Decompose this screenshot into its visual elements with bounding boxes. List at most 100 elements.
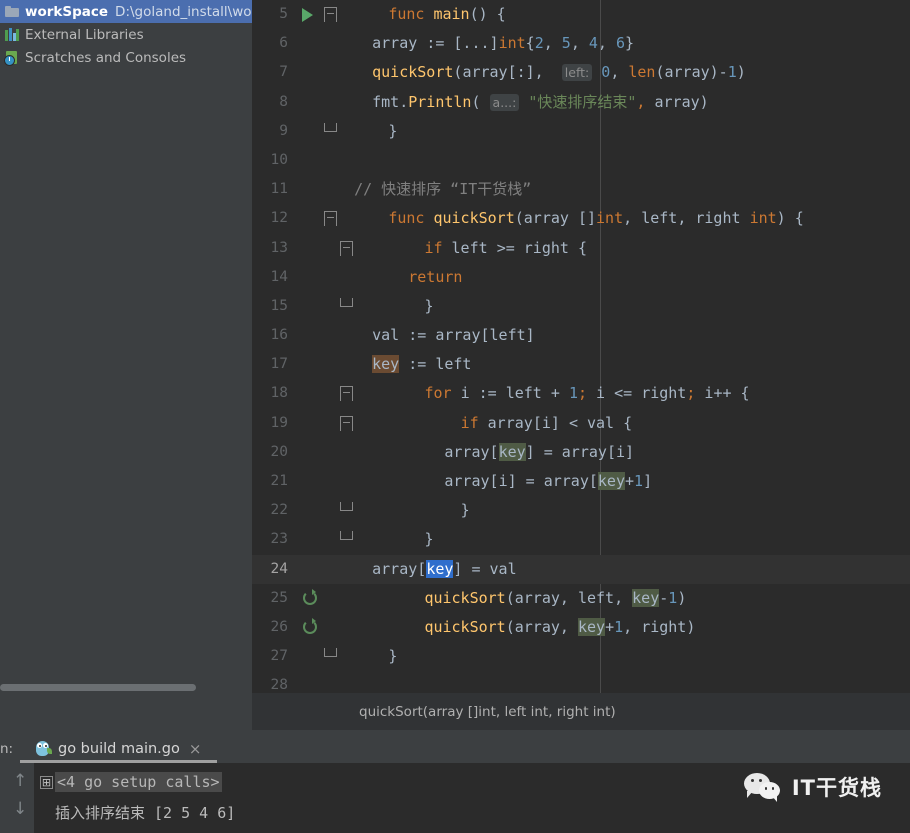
gutter-line-21[interactable] [296,467,334,496]
project-panel-horizontal-scrollbar[interactable] [0,681,252,693]
code-line-19[interactable]: 19 if array[i] < val { [252,409,910,438]
param-hint-a: a...: [489,93,520,111]
fold-end-icon[interactable] [340,294,353,309]
code-line-9[interactable]: 9 } [252,117,910,146]
code-text-17: key := left [372,355,472,374]
breadcrumb[interactable]: quickSort(array []int, left int, right i… [252,693,910,730]
gutter-line-18[interactable] [296,379,386,408]
code-line-25[interactable]: 25 quickSort(array, left, key-1) [252,584,910,613]
fold-end-icon[interactable] [340,527,353,542]
code-line-14[interactable]: 14 return [252,263,910,292]
code-line-24[interactable]: 24 array[key] = val [252,554,910,584]
console-output-text: 插入排序结束 [2 5 4 6] [55,803,236,822]
fold-collapse-icon[interactable] [340,240,353,256]
fold-collapse-icon[interactable] [324,211,337,227]
code-text-6: array := [...]int{2, 5, 4, 6} [372,34,635,53]
tree-item-external-libraries-label: External Libraries [25,26,144,43]
code-area[interactable]: 5 func main() { 6 array := [...]int{2, 5… [252,0,910,693]
code-line-21[interactable]: 21 array[i] = array[key+1] [252,467,910,496]
gutter-line-6[interactable] [296,29,334,58]
code-line-28[interactable]: 28 [252,671,910,693]
gutter-line-10[interactable] [296,146,334,175]
code-line-16[interactable]: 16 val := array[left] [252,321,910,350]
fold-collapse-icon[interactable] [340,386,353,402]
go-gopher-icon [34,740,52,758]
gutter-line-8[interactable] [296,88,334,117]
code-line-13[interactable]: 13 if left >= right { [252,234,910,263]
recursion-icon[interactable] [303,617,317,634]
code-editor[interactable]: 5 func main() { 6 array := [...]int{2, 5… [252,0,910,693]
gutter-line-7[interactable] [296,58,334,87]
gutter-line-25[interactable] [296,584,386,613]
gutter-line-26[interactable] [296,613,386,642]
code-line-20[interactable]: 20 array[key] = array[i] [252,438,910,467]
code-line-12[interactable]: 12 func quickSort(array []int, left, rig… [252,204,910,233]
code-line-26[interactable]: 26 quickSort(array, key+1, right) [252,613,910,642]
code-line-15[interactable]: 15 } [252,292,910,321]
gutter-line-15[interactable] [296,292,386,321]
code-line-17[interactable]: 17 key := left [252,350,910,379]
run-tab-go-build[interactable]: go build main.go × [34,735,201,763]
fold-collapse-icon[interactable] [340,415,353,431]
gutter-line-23[interactable] [296,525,386,554]
code-text-18: for i := left + 1; i <= right; i++ { [424,384,750,403]
gutter-line-19[interactable] [296,409,386,438]
code-line-6[interactable]: 6 array := [...]int{2, 5, 4, 6} [252,29,910,58]
line-number: 16 [270,327,288,344]
gutter-line-17[interactable] [296,350,334,379]
identifier-key-selected: key [426,559,454,578]
console-folded-line[interactable]: ⊞ <4 go setup calls> [34,767,910,797]
gutter-line-13[interactable] [296,234,386,263]
gutter-line-28[interactable] [296,671,334,693]
return-keyword: return [408,267,463,286]
code-text-12: func quickSort(array []int, left, right … [388,209,804,228]
run-arrow-icon[interactable] [302,8,313,22]
gutter-line-27[interactable] [296,642,386,671]
run-window-label: n: [0,741,14,757]
code-line-18[interactable]: 18 for i := left + 1; i <= right; i++ { [252,379,910,408]
scrollbar-thumb[interactable] [0,684,196,691]
gutter-line-9[interactable] [296,117,386,146]
console-folded-text[interactable]: <4 go setup calls> [55,772,222,792]
tree-item-external-libraries[interactable]: External Libraries [0,23,252,46]
fold-end-icon[interactable] [324,644,337,659]
close-icon[interactable]: × [189,741,202,757]
console-output[interactable]: ⊞ <4 go setup calls> 插入排序结束 [2 5 4 6] [34,763,910,833]
nav-up-icon[interactable]: ↑ [13,771,27,791]
fold-end-icon[interactable] [340,498,353,513]
code-line-23[interactable]: 23 } [252,525,910,554]
code-line-22[interactable]: 22 } [252,496,910,525]
code-text-21: array[i] = array[key+1] [444,472,653,490]
gutter-line-12[interactable] [296,204,386,233]
code-text-14: return [334,263,910,292]
gutter-line-16[interactable] [296,321,334,350]
tree-item-scratches-and-consoles[interactable]: Scratches and Consoles [0,46,252,69]
recursion-icon[interactable] [303,588,317,605]
code-text-27: } [388,647,398,666]
code-line-8[interactable]: 8 fmt.Println( a...: "快速排序结束", array) [252,88,910,117]
gutter-line-11[interactable] [296,175,334,204]
gutter-line-5[interactable] [296,0,386,29]
fold-collapse-icon[interactable] [324,7,337,22]
code-line-7[interactable]: 7 quickSort(array[:], left: 0, len(array… [252,58,910,87]
code-line-5[interactable]: 5 func main() { [252,0,910,29]
identifier-key-read: key [597,472,625,490]
string-literal: "快速排序结束" [528,92,637,111]
breadcrumb-text: quickSort(array []int, left int, right i… [359,703,616,720]
gutter-line-24[interactable] [296,555,334,584]
tree-item-workspace-path: D:\goland_install\wo [115,3,252,20]
code-line-27[interactable]: 27 } [252,642,910,671]
gutter-line-14[interactable] [296,263,334,292]
code-text-9: } [388,121,398,140]
gutter-line-20[interactable] [296,438,334,467]
code-text-22: } [460,501,470,520]
line-number: 17 [270,356,288,373]
nav-down-icon[interactable]: ↓ [13,799,27,819]
gutter-line-22[interactable] [296,496,386,525]
expand-icon[interactable]: ⊞ [40,775,53,789]
code-text-26: quickSort(array, key+1, right) [424,617,696,636]
fold-end-icon[interactable] [324,119,337,134]
code-line-10[interactable]: 10 [252,146,910,175]
code-line-11[interactable]: 11 // 快速排序 “IT干货栈” [252,175,910,204]
tree-item-workspace[interactable]: workSpace D:\goland_install\wo [0,0,252,23]
